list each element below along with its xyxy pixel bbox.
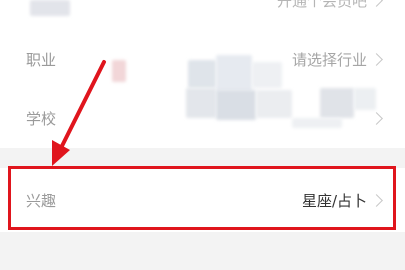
annotation-arrow-icon bbox=[52, 60, 106, 166]
